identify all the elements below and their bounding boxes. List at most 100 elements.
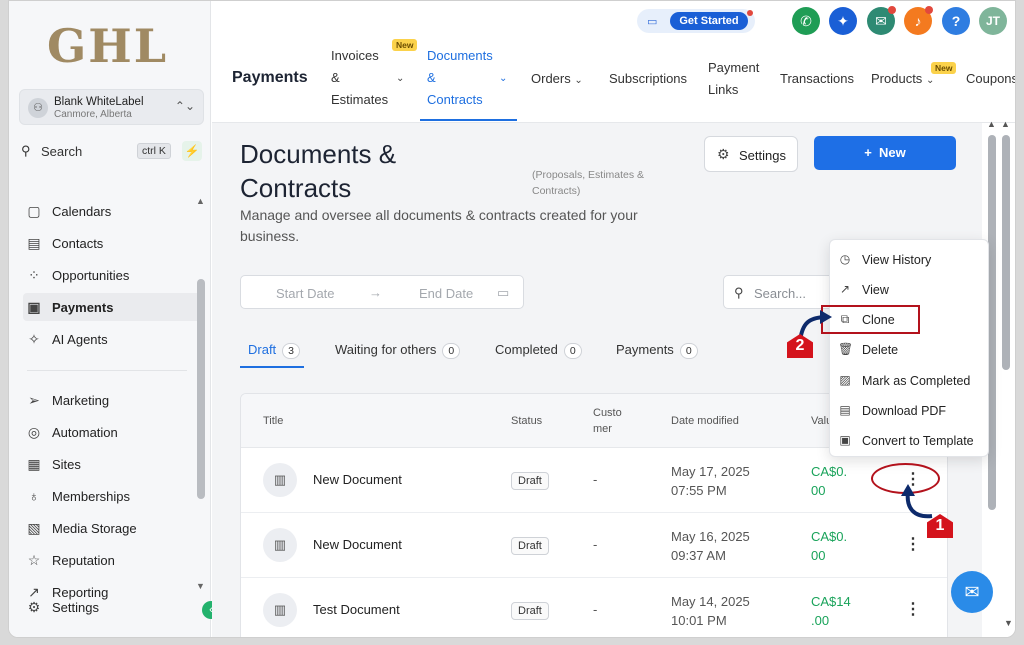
phone-icon[interactable]: ✆ (792, 7, 820, 35)
tab-transactions[interactable]: Transactions (780, 68, 854, 90)
tab-invoices-estimates[interactable]: Invoices & Estimates (331, 45, 388, 111)
end-date-input[interactable]: End Date (419, 286, 473, 301)
col-title[interactable]: Title (263, 413, 283, 429)
sidebar-item-sites[interactable]: ▦ Sites (23, 450, 203, 478)
tab-subscriptions[interactable]: Subscriptions (609, 68, 687, 90)
page-brand: Payments (232, 69, 308, 86)
doc-title[interactable]: New Document (313, 472, 402, 487)
sidebar-item-memberships[interactable]: ♁ Memberships (23, 482, 203, 510)
menu-item-convert-template[interactable]: ▣ Convert to Template (830, 425, 990, 455)
tab-label: Products (871, 71, 923, 86)
bell-icon[interactable]: ♪ (904, 6, 933, 35)
sidebar-item-settings[interactable]: ⚙ Settings (23, 593, 203, 621)
table-row[interactable]: ▥ New Document Draft - May 16, 2025 09:37… (241, 513, 947, 578)
scroll-up-icon[interactable]: ▲ (1001, 119, 1010, 129)
tab-label: Payment (708, 60, 760, 75)
tab-label: Estimates (331, 92, 389, 107)
tab-payment-links[interactable]: Payment Links (708, 57, 759, 101)
tab-documents-contracts[interactable]: Documents & Contracts (427, 45, 493, 111)
sidebar-item-label: Contacts (52, 236, 104, 251)
tab-label: Completed (495, 342, 558, 357)
doc-customer: - (593, 472, 598, 487)
more-actions-icon[interactable]: ⋮ (905, 533, 921, 557)
download-icon: ▤ (839, 403, 851, 417)
tab-orders[interactable]: Orders ⌄ (531, 68, 583, 92)
doc-value-part: 00 (811, 548, 826, 563)
table-row[interactable]: ▥ New Document Draft - May 17, 2025 07:55… (241, 448, 947, 513)
doc-date: May 16, 2025 (671, 529, 750, 544)
start-date-input[interactable]: Start Date (276, 286, 335, 301)
tab-waiting-for-others[interactable]: Waiting for others 0 (335, 342, 461, 359)
sidebar-scroll-down-icon[interactable]: ▼ (196, 581, 205, 591)
page-scrollbar[interactable] (1002, 135, 1010, 370)
col-customer[interactable]: Custo mer (593, 405, 622, 437)
doc-title[interactable]: Test Document (313, 602, 400, 617)
account-switcher[interactable]: ⚇ Blank WhiteLabel Canmore, Alberta ⌃⌄ (19, 89, 204, 125)
page-description: Manage and oversee all documents & contr… (240, 207, 638, 244)
more-actions-icon[interactable]: ⋮ (905, 598, 921, 622)
tab-completed[interactable]: Completed 0 (495, 342, 582, 359)
calendar-icon[interactable]: ▭ (497, 285, 509, 301)
menu-item-view-history[interactable]: ◷ View History (830, 244, 990, 274)
sidebar-search-label: Search (41, 144, 83, 159)
menu-item-download-pdf[interactable]: ▤ Download PDF (830, 395, 990, 425)
sidebar-item-label: AI Agents (52, 332, 108, 347)
quick-action-bolt-icon[interactable]: ⚡ (182, 141, 202, 161)
sidebar-item-media-storage[interactable]: ▧ Media Storage (23, 514, 203, 542)
doc-value: CA$0. 00 (811, 462, 855, 500)
sidebar-item-label: Opportunities (52, 268, 130, 283)
user-avatar[interactable]: JT (979, 7, 1007, 35)
sidebar-scrollbar[interactable] (197, 279, 205, 499)
doc-date: May 14, 2025 (671, 594, 750, 609)
sidebar-item-opportunities[interactable]: ⁘ Opportunities (23, 261, 203, 289)
scroll-down-icon[interactable]: ▼ (1004, 618, 1013, 628)
sidebar-item-reputation[interactable]: ☆ Reputation (23, 546, 203, 574)
doc-value-part: CA$0. (811, 464, 848, 479)
status-badge: Draft (511, 472, 549, 490)
tab-draft[interactable]: Draft 3 (248, 342, 301, 359)
doc-value-part: 00 (811, 483, 826, 498)
tab-label: Links (708, 82, 739, 97)
col-status[interactable]: Status (511, 413, 542, 429)
scroll-up-icon[interactable]: ▲ (987, 119, 996, 129)
chevron-down-icon[interactable]: ⌄ (396, 68, 404, 90)
menu-item-delete[interactable]: 🗑 Delete (830, 334, 990, 364)
sidebar-item-marketing[interactable]: ➢ Marketing (23, 386, 203, 414)
external-link-icon: ↗ (839, 282, 851, 296)
tab-label: & (427, 70, 436, 85)
tab-coupons[interactable]: Coupons (966, 68, 1015, 90)
date-range-picker[interactable]: Start Date → End Date ▭ (240, 275, 524, 309)
menu-item-mark-completed[interactable]: ▨ Mark as Completed (830, 365, 990, 395)
sidebar-item-calendars[interactable]: ▢ Calendars (23, 197, 203, 225)
chat-support-icon[interactable]: ✉ (951, 571, 993, 613)
menu-item-label: View History (862, 253, 932, 267)
sidebar-scroll-up-icon[interactable]: ▲ (196, 196, 205, 206)
doc-title[interactable]: New Document (313, 537, 402, 552)
magic-wand-icon[interactable]: ✦ (829, 7, 857, 35)
sidebar-item-payments[interactable]: ▣ Payments (23, 293, 203, 321)
page-subtitle-note: (Proposals, Estimates & Contracts) (532, 169, 645, 197)
tab-products[interactable]: Products ⌄ (871, 68, 934, 92)
new-document-button[interactable]: + New (814, 136, 956, 170)
sidebar-item-label: Memberships (52, 489, 131, 504)
document-icon: ▥ (263, 463, 297, 497)
sidebar-item-automation[interactable]: ◎ Automation (23, 418, 203, 446)
tab-label: Payments (616, 342, 674, 357)
col-label: mer (593, 423, 612, 435)
col-date-modified[interactable]: Date modified (671, 413, 739, 429)
table-row[interactable]: ▥ Test Document Draft - May 14, 2025 10:0… (241, 578, 947, 637)
chevron-down-icon[interactable]: ⌄ (499, 68, 507, 90)
get-started-button[interactable]: ▭ Get Started (637, 9, 755, 33)
search-shortcut: ctrl K (137, 143, 171, 159)
sidebar-item-contacts[interactable]: ▤ Contacts (23, 229, 203, 257)
sidebar-item-label: Media Storage (52, 521, 137, 536)
plus-icon: + (864, 145, 872, 160)
tab-payments[interactable]: Payments 0 (616, 342, 698, 359)
sidebar-item-label: Calendars (52, 204, 112, 219)
settings-button[interactable]: ⚙ Settings (704, 136, 798, 172)
help-icon[interactable]: ? (942, 7, 970, 35)
megaphone-icon[interactable]: ✉ (867, 6, 896, 35)
menu-item-view[interactable]: ↗ View (830, 274, 990, 304)
sidebar-item-ai-agents[interactable]: ✧ AI Agents (23, 325, 203, 353)
automation-icon: ◎ (27, 424, 41, 440)
